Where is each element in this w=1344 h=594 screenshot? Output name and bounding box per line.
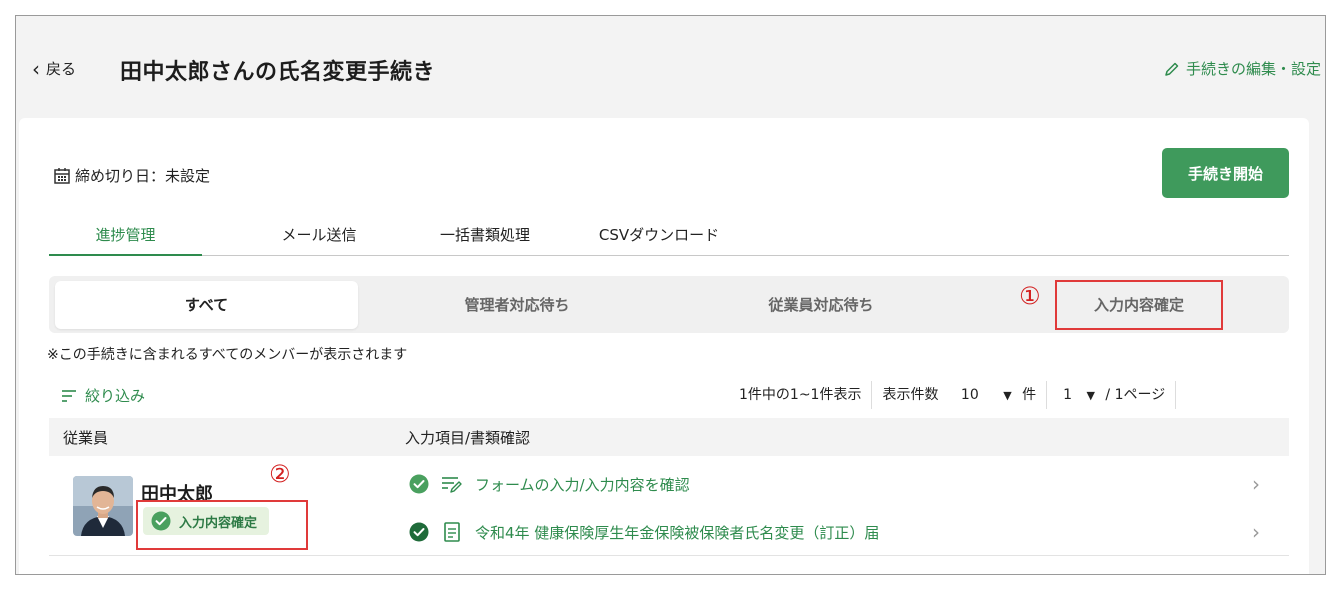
check-circle-icon <box>409 474 429 494</box>
page-total: / 1ページ <box>1105 387 1166 403</box>
tab-csv-download[interactable]: CSVダウンロード <box>579 223 739 256</box>
page-select[interactable]: 1 ▼ / 1ページ <box>1046 381 1177 409</box>
status-filter: すべて 管理者対応待ち 従業員対応待ち 入力内容確定 ① <box>49 276 1289 333</box>
check-circle-icon <box>409 522 429 542</box>
tab-progress[interactable]: 進捗管理 <box>49 223 202 256</box>
window-frame: ‹ 戻る 田中太郎さんの氏名変更手続き 手続きの編集・設定 締め切り日：未設定 … <box>15 15 1326 575</box>
pagination: 1件中の1~1件表示 表示件数 10 ▼ 件 1 ▼ / 1ページ <box>729 381 1177 409</box>
filter-employee-pending[interactable]: 従業員対応待ち <box>671 281 971 329</box>
dropdown-triangle-icon: ▼ <box>1086 389 1095 402</box>
page-title: 田中太郎さんの氏名変更手続き <box>120 60 436 85</box>
back-label: 戻る <box>46 60 77 78</box>
tab-mail[interactable]: メール送信 <box>259 223 379 256</box>
filter-all[interactable]: すべて <box>55 281 358 329</box>
procedure-card: 締め切り日：未設定 手続き開始 進捗管理 メール送信 一括書類処理 CSVダウン… <box>19 118 1309 574</box>
table-row: 田中太郎 ② 入力内容確定 フォームの入力/入力内容を確認 › 令和4年 健康保… <box>49 456 1289 556</box>
avatar <box>73 476 133 536</box>
chevron-left-icon: ‹ <box>32 56 40 81</box>
per-page-label: 表示件数 <box>882 387 939 403</box>
item-label: 令和4年 健康保険厚生年金保険被保険者氏名変更（訂正）届 <box>475 523 880 542</box>
item-label: フォームの入力/入力内容を確認 <box>475 475 690 494</box>
form-edit-icon <box>442 477 462 493</box>
per-page-value: 10 <box>960 387 979 403</box>
status-badge: 入力内容確定 <box>143 507 270 535</box>
table-header: 従業員 入力項目/書類確認 <box>49 418 1289 456</box>
page-header: ‹ 戻る 田中太郎さんの氏名変更手続き 手続きの編集・設定 <box>16 16 1325 118</box>
edit-settings-link[interactable]: 手続きの編集・設定 <box>1164 58 1321 79</box>
chevron-right-icon[interactable]: › <box>1252 474 1260 494</box>
employee-name[interactable]: 田中太郎 <box>141 480 213 506</box>
back-button[interactable]: ‹ 戻る <box>32 58 76 79</box>
pencil-icon <box>1165 62 1179 76</box>
per-page-unit: 件 <box>1022 387 1037 403</box>
annotation-number-1: ① <box>1019 282 1041 310</box>
refine-button[interactable]: 絞り込み <box>61 385 145 406</box>
tab-bar: 進捗管理 メール送信 一括書類処理 CSVダウンロード <box>49 223 1289 256</box>
deadline-label: 締め切り日：未設定 <box>75 167 211 185</box>
filter-note: ※この手続きに含まれるすべてのメンバーが表示されます <box>47 347 408 363</box>
filter-admin-pending[interactable]: 管理者対応待ち <box>367 281 667 329</box>
document-icon <box>444 522 460 542</box>
filter-input-confirmed[interactable]: 入力内容確定 <box>1057 281 1221 329</box>
page-value: 1 <box>1063 387 1073 403</box>
edit-settings-label: 手続きの編集・設定 <box>1185 60 1321 78</box>
tab-batch-documents[interactable]: 一括書類処理 <box>415 223 555 256</box>
column-items: 入力項目/書類確認 <box>405 429 531 447</box>
deadline: 締め切り日：未設定 <box>53 165 210 186</box>
dropdown-triangle-icon: ▼ <box>1003 389 1012 402</box>
annotation-number-2: ② <box>269 460 291 488</box>
refine-label: 絞り込み <box>85 387 146 405</box>
item-form-input[interactable]: フォームの入力/入力内容を確認 <box>409 472 690 496</box>
item-document[interactable]: 令和4年 健康保険厚生年金保険被保険者氏名変更（訂正）届 <box>409 520 879 544</box>
column-employee: 従業員 <box>63 429 109 447</box>
start-procedure-button[interactable]: 手続き開始 <box>1162 148 1289 198</box>
filter-icon <box>62 389 76 402</box>
status-label: 入力内容確定 <box>179 515 258 531</box>
result-summary: 1件中の1~1件表示 <box>739 387 862 403</box>
check-circle-icon <box>151 511 171 531</box>
per-page-select[interactable]: 表示件数 10 ▼ 件 <box>871 381 1046 409</box>
calendar-icon <box>54 167 70 184</box>
chevron-right-icon[interactable]: › <box>1252 522 1260 542</box>
